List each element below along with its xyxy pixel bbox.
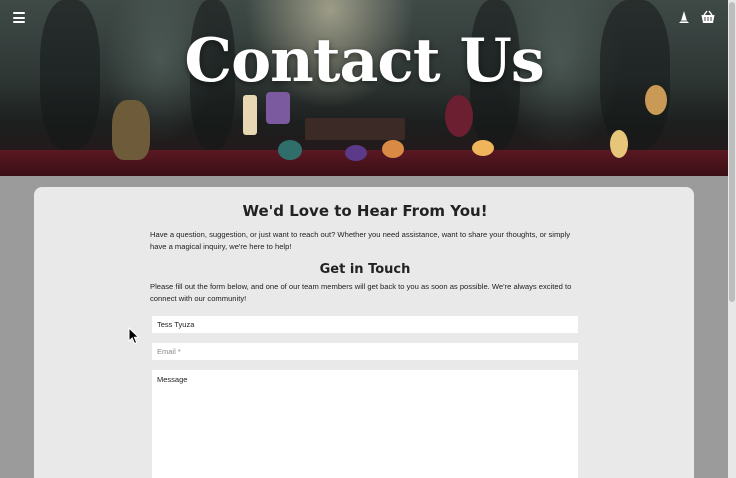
gem-decoration <box>278 140 302 160</box>
name-field[interactable]: Tess Tyuza <box>152 316 578 333</box>
email-field[interactable]: Email * <box>152 343 578 360</box>
get-in-touch-heading: Get in Touch <box>319 262 411 277</box>
hero-banner: Contact Us <box>0 0 728 176</box>
glass-decoration <box>610 130 628 158</box>
instructions-text: Please fill out the form below, and one … <box>150 282 572 303</box>
message-field[interactable]: Message <box>152 370 578 478</box>
scrollbar-thumb[interactable] <box>729 2 735 302</box>
potion-decoration <box>445 95 473 137</box>
basket-icon[interactable] <box>700 9 716 25</box>
top-icons <box>676 9 716 25</box>
gem-decoration <box>345 145 367 161</box>
intro-text: Have a question, suggestion, or just wan… <box>150 230 570 251</box>
teapot-decoration <box>112 100 150 160</box>
candle-decoration <box>243 95 257 135</box>
contact-content: We'd Love to Hear From You! Have a quest… <box>150 187 580 478</box>
books-decoration <box>305 118 405 140</box>
crystal-decoration <box>266 92 290 124</box>
orb-decoration <box>382 140 404 158</box>
menu-icon[interactable] <box>13 12 25 23</box>
wizard-hat-icon[interactable] <box>676 9 692 25</box>
page-title: Contact Us <box>184 26 544 96</box>
candle-decoration <box>472 140 494 156</box>
mouse-pointer-icon <box>128 327 140 345</box>
contact-heading: We'd Love to Hear From You! <box>242 202 488 220</box>
scrollbar[interactable] <box>728 0 736 478</box>
